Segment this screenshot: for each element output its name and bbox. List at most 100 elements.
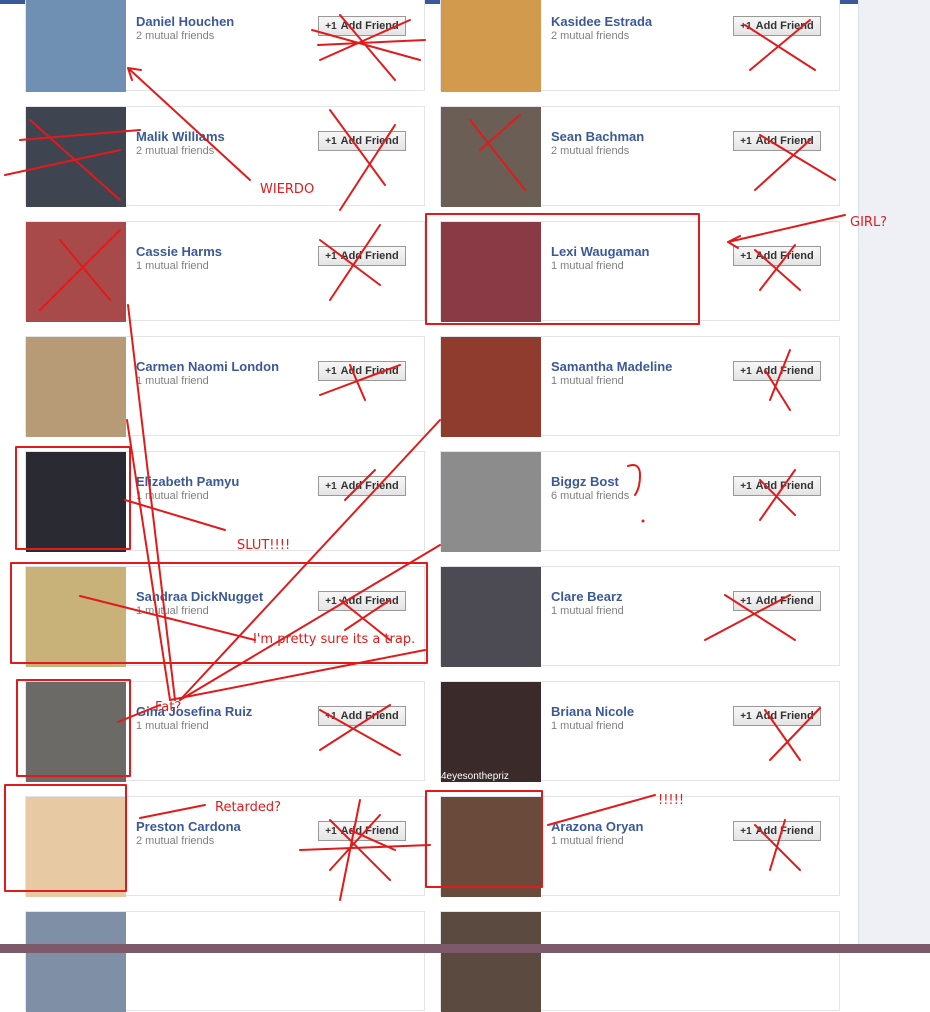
- profile-photo[interactable]: [441, 797, 541, 897]
- add-friend-button[interactable]: +1 Add Friend: [318, 16, 406, 36]
- add-friend-button[interactable]: +1 Add Friend: [733, 246, 821, 266]
- friend-name[interactable]: Lexi Waugaman: [551, 244, 649, 259]
- add-friend-label: Add Friend: [340, 595, 399, 607]
- plus-one-icon: +1: [325, 710, 337, 722]
- friend-name[interactable]: Kasidee Estrada: [551, 14, 652, 29]
- add-friend-button[interactable]: +1 Add Friend: [733, 476, 821, 496]
- add-friend-button[interactable]: +1 Add Friend: [318, 131, 406, 151]
- profile-photo[interactable]: [26, 567, 126, 667]
- plus-one-icon: +1: [740, 710, 752, 722]
- add-friend-button[interactable]: +1 Add Friend: [733, 131, 821, 151]
- friend-name[interactable]: Daniel Houchen: [136, 14, 234, 29]
- mutual-friends-count[interactable]: 1 mutual friend: [136, 605, 209, 617]
- friend-card-sean-bachman: Sean Bachman 2 mutual friends +1 Add Frie…: [440, 106, 840, 207]
- friend-name[interactable]: Malik Williams: [136, 129, 225, 144]
- add-friend-button[interactable]: +1 Add Friend: [318, 821, 406, 841]
- mutual-friends-count[interactable]: 6 mutual friends: [551, 490, 629, 502]
- plus-one-icon: +1: [325, 365, 337, 377]
- profile-photo[interactable]: [441, 912, 541, 1012]
- profile-photo[interactable]: [26, 912, 126, 1012]
- friend-card-gina-josefina-ruiz: Gina Josefina Ruiz 1 mutual friend +1 Add…: [25, 681, 425, 782]
- mutual-friends-count[interactable]: 1 mutual friend: [551, 720, 624, 732]
- add-friend-label: Add Friend: [755, 710, 814, 722]
- friend-name[interactable]: Sandraa DickNugget: [136, 589, 263, 604]
- annotation-girl: GIRL?: [850, 215, 888, 230]
- mutual-friends-count[interactable]: 1 mutual friend: [136, 490, 209, 502]
- photo-swatch: [26, 337, 126, 437]
- photo-swatch: [441, 337, 541, 437]
- friend-card-kasidee-estrada: Kasidee Estrada 2 mutual friends +1 Add F…: [440, 0, 840, 92]
- photo-swatch: [26, 567, 126, 667]
- plus-one-icon: +1: [740, 250, 752, 262]
- right-sidebar: [858, 0, 930, 953]
- profile-photo[interactable]: [441, 0, 541, 92]
- friend-name[interactable]: Sean Bachman: [551, 129, 644, 144]
- mutual-friends-count[interactable]: 2 mutual friends: [136, 30, 214, 42]
- add-friend-label: Add Friend: [755, 825, 814, 837]
- friend-name[interactable]: Cassie Harms: [136, 244, 222, 259]
- add-friend-button[interactable]: +1 Add Friend: [318, 361, 406, 381]
- mutual-friends-count[interactable]: 1 mutual friend: [136, 260, 209, 272]
- photo-swatch: [26, 222, 126, 322]
- annotation-exclaim: !!!!!: [658, 793, 685, 808]
- plus-one-icon: +1: [325, 595, 337, 607]
- plus-one-icon: +1: [325, 825, 337, 837]
- friend-name[interactable]: Samantha Madeline: [551, 359, 672, 374]
- add-friend-button[interactable]: +1 Add Friend: [733, 821, 821, 841]
- profile-photo[interactable]: [441, 222, 541, 322]
- friend-name[interactable]: Biggz Bost: [551, 474, 619, 489]
- mutual-friends-count[interactable]: 1 mutual friend: [136, 720, 209, 732]
- add-friend-button[interactable]: +1 Add Friend: [318, 591, 406, 611]
- add-friend-button[interactable]: +1 Add Friend: [318, 246, 406, 266]
- profile-photo[interactable]: [26, 107, 126, 207]
- mutual-friends-count[interactable]: 2 mutual friends: [551, 30, 629, 42]
- mutual-friends-count[interactable]: 1 mutual friend: [551, 605, 624, 617]
- profile-photo[interactable]: [26, 682, 126, 782]
- photo-swatch: [441, 222, 541, 322]
- add-friend-label: Add Friend: [340, 135, 399, 147]
- profile-photo[interactable]: [441, 337, 541, 437]
- annotation-wierdo: WIERDO: [260, 182, 315, 197]
- profile-photo[interactable]: [26, 797, 126, 897]
- photo-swatch: [441, 452, 541, 552]
- add-friend-button[interactable]: +1 Add Friend: [733, 591, 821, 611]
- photo-swatch: [441, 0, 541, 92]
- mutual-friends-count[interactable]: 1 mutual friend: [136, 375, 209, 387]
- plus-one-icon: +1: [740, 20, 752, 32]
- profile-photo[interactable]: [26, 452, 126, 552]
- friend-card-partial: [25, 911, 425, 1012]
- mutual-friends-count[interactable]: 1 mutual friend: [551, 260, 624, 272]
- friend-name[interactable]: Carmen Naomi London: [136, 359, 279, 374]
- friend-name[interactable]: Gina Josefina Ruiz: [136, 704, 252, 719]
- mutual-friends-count[interactable]: 1 mutual friend: [551, 375, 624, 387]
- friend-name[interactable]: Preston Cardona: [136, 819, 241, 834]
- add-friend-button[interactable]: +1 Add Friend: [318, 706, 406, 726]
- profile-photo[interactable]: [26, 222, 126, 322]
- mutual-friends-count[interactable]: 2 mutual friends: [136, 145, 214, 157]
- mutual-friends-count[interactable]: 2 mutual friends: [136, 835, 214, 847]
- profile-photo[interactable]: [441, 452, 541, 552]
- add-friend-button[interactable]: +1 Add Friend: [318, 476, 406, 496]
- mutual-friends-count[interactable]: 1 mutual friend: [551, 835, 624, 847]
- profile-photo[interactable]: [26, 0, 126, 92]
- photo-swatch: [26, 0, 126, 92]
- profile-photo[interactable]: [26, 337, 126, 437]
- friend-name[interactable]: Briana Nicole: [551, 704, 634, 719]
- friend-name[interactable]: Elizabeth Pamyu: [136, 474, 239, 489]
- profile-photo[interactable]: [441, 107, 541, 207]
- add-friend-button[interactable]: +1 Add Friend: [733, 361, 821, 381]
- friend-name[interactable]: Arazona Oryan: [551, 819, 643, 834]
- profile-photo[interactable]: [441, 567, 541, 667]
- add-friend-button[interactable]: +1 Add Friend: [733, 706, 821, 726]
- add-friend-button[interactable]: +1 Add Friend: [733, 16, 821, 36]
- plus-one-icon: +1: [740, 365, 752, 377]
- annotation-slut: SLUT!!!!: [237, 538, 291, 553]
- friend-card-cassie-harms: Cassie Harms 1 mutual friend +1 Add Frien…: [25, 221, 425, 322]
- friend-card-clare-bearz: Clare Bearz 1 mutual friend +1 Add Friend: [440, 566, 840, 667]
- friend-card-malik-williams: Malik Williams 2 mutual friends +1 Add Fr…: [25, 106, 425, 207]
- plus-one-icon: +1: [325, 250, 337, 262]
- mutual-friends-count[interactable]: 2 mutual friends: [551, 145, 629, 157]
- friend-name[interactable]: Clare Bearz: [551, 589, 623, 604]
- profile-photo[interactable]: 4eyesonthepriz: [441, 682, 541, 782]
- add-friend-label: Add Friend: [340, 480, 399, 492]
